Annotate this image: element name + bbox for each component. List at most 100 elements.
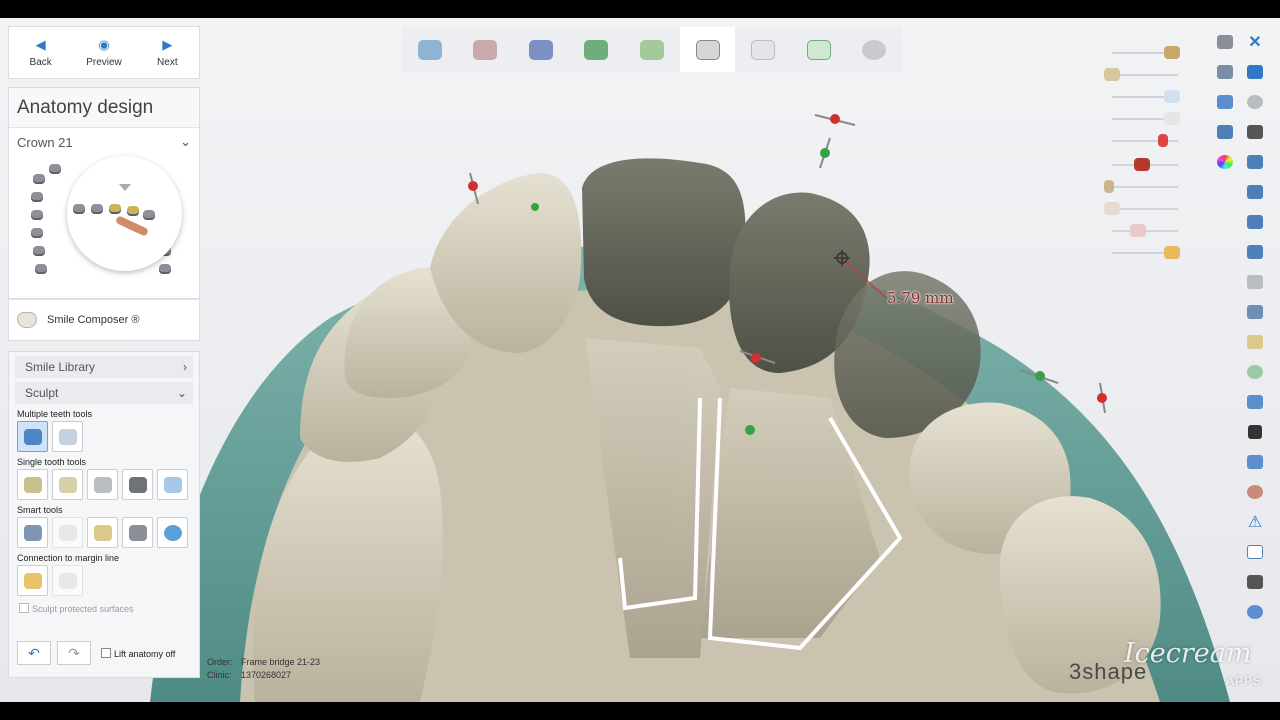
arrow-right-icon: ▶ (162, 37, 173, 52)
paste-button[interactable] (1241, 178, 1269, 206)
workflow-step[interactable] (458, 27, 514, 72)
eye-icon: ◉ (98, 37, 110, 52)
flatten-tool[interactable] (157, 469, 188, 500)
warning-button[interactable]: ⚠ (1241, 508, 1269, 536)
smile-library-section[interactable]: Smile Library › (15, 356, 193, 378)
crown-outline-icon (751, 39, 776, 60)
close-button[interactable]: ✕ (1241, 28, 1269, 56)
adapt-tool[interactable] (17, 517, 48, 548)
ruler-icon (1217, 95, 1233, 109)
workflow-step[interactable] (847, 27, 903, 72)
workflow-step[interactable] (791, 27, 847, 72)
single-morph-tool[interactable] (17, 469, 48, 500)
workflow-step[interactable] (402, 27, 458, 72)
help-button[interactable] (1241, 118, 1269, 146)
wax-icon (93, 476, 112, 493)
cube-view-button[interactable] (1211, 28, 1239, 56)
refresh-tool[interactable] (157, 517, 188, 548)
tooth-chart[interactable] (31, 154, 191, 294)
cross-section-button[interactable] (1211, 58, 1239, 86)
export-icon (1247, 245, 1263, 259)
smooth-tool[interactable] (122, 469, 153, 500)
transform-tool[interactable] (52, 421, 83, 452)
back-button[interactable]: ◀ Back (9, 27, 72, 78)
group-label: Single tooth tools (17, 457, 87, 467)
sculpt-protected-checkbox[interactable]: Sculpt protected surfaces (19, 603, 199, 614)
undo-redo-row: ↶ ↷ Lift anatomy off (17, 641, 175, 665)
redo-button[interactable]: ↷ (57, 641, 91, 665)
anatomy-design-panel: Anatomy design Crown 21 ⌄ (8, 87, 200, 299)
fullscreen-button[interactable] (1241, 58, 1269, 86)
slider-tooth[interactable] (1100, 220, 1190, 240)
margin-icon (23, 572, 42, 589)
slider-antagonist[interactable] (1100, 86, 1190, 106)
bucket-tool-button[interactable] (1241, 388, 1269, 416)
cut-tool[interactable] (122, 517, 153, 548)
color-button[interactable] (1211, 148, 1239, 176)
preview-button[interactable]: ◉ Preview (72, 27, 135, 78)
globe-button[interactable] (1241, 598, 1269, 626)
copy-button[interactable] (1241, 148, 1269, 176)
camera-button[interactable] (1241, 568, 1269, 596)
knife-tool-button[interactable] (1241, 298, 1269, 326)
workflow-step-active[interactable] (679, 27, 736, 72)
wax-knife-tool[interactable] (52, 469, 83, 500)
frame-tool-button[interactable] (1241, 418, 1269, 446)
cross-section-icon (1217, 65, 1233, 79)
slider-crown[interactable] (1100, 64, 1190, 84)
patient-photo-button[interactable] (1241, 478, 1269, 506)
checklist-button[interactable] (1241, 538, 1269, 566)
settings-button[interactable] (1241, 88, 1269, 116)
group-label: Multiple teeth tools (17, 409, 93, 419)
undo-button[interactable]: ↶ (17, 641, 51, 665)
wax-tool-button[interactable] (1241, 268, 1269, 296)
ring-tool-button[interactable] (1241, 358, 1269, 386)
add-wax-tool[interactable] (87, 469, 118, 500)
measure-button[interactable] (1211, 88, 1239, 116)
tooth-chart-zoom[interactable] (67, 156, 182, 271)
workflow-step[interactable] (569, 27, 625, 72)
next-button[interactable]: ▶ Next (136, 27, 199, 78)
morph-teeth-tool[interactable] (17, 421, 48, 452)
lift-anatomy-checkbox[interactable]: Lift anatomy off (101, 647, 175, 659)
bridge-icon (528, 39, 553, 60)
slider-gum[interactable] (1100, 198, 1190, 218)
cup-icon (1247, 455, 1263, 469)
sculpt-section[interactable]: Sculpt ⌄ (15, 382, 193, 404)
slider-cut[interactable] (1100, 130, 1190, 150)
slider-die[interactable] (1100, 108, 1190, 128)
checkbox[interactable] (19, 603, 29, 613)
color-wheel-icon (1217, 155, 1233, 169)
order-info: Order: Frame bridge 21-23 Clinic: 13702680… (207, 657, 321, 680)
workflow-step[interactable] (735, 27, 791, 72)
wizard-nav: ◀ Back ◉ Preview ▶ Next (8, 26, 200, 79)
workflow-step[interactable] (513, 27, 569, 72)
scale-tool[interactable] (87, 517, 118, 548)
crown-check-icon (806, 39, 831, 60)
smile-composer-row[interactable]: Smile Composer ® (8, 299, 200, 341)
watermark: Icecream (1124, 638, 1252, 669)
workflow-step[interactable] (624, 27, 680, 72)
close-icon: ✕ (1248, 34, 1262, 51)
margin-smooth-icon (58, 572, 77, 589)
slider-crown-red[interactable] (1100, 154, 1190, 174)
export-button[interactable] (1241, 238, 1269, 266)
cut-icon (128, 524, 147, 541)
ring-icon (1247, 365, 1263, 379)
duplicate-button[interactable] (1241, 208, 1269, 236)
view-toolbar (1211, 28, 1241, 178)
margin-connect-tool[interactable] (17, 565, 48, 596)
slider-pin[interactable] (1100, 176, 1190, 196)
face-icon (1247, 485, 1263, 499)
scale-icon (93, 524, 112, 541)
crown-selector[interactable]: Crown 21 ⌄ (9, 128, 199, 156)
margin-smooth-tool[interactable] (52, 565, 83, 596)
crown-tool-button[interactable] (1241, 328, 1269, 356)
fullscreen-icon (1247, 65, 1263, 79)
contact-tool[interactable] (52, 517, 83, 548)
checkbox[interactable] (101, 647, 111, 658)
model-view-button[interactable] (1211, 118, 1239, 146)
slider-upper-jaw[interactable] (1100, 42, 1190, 62)
cup-tool-button[interactable] (1241, 448, 1269, 476)
slider-gold[interactable] (1100, 242, 1190, 262)
